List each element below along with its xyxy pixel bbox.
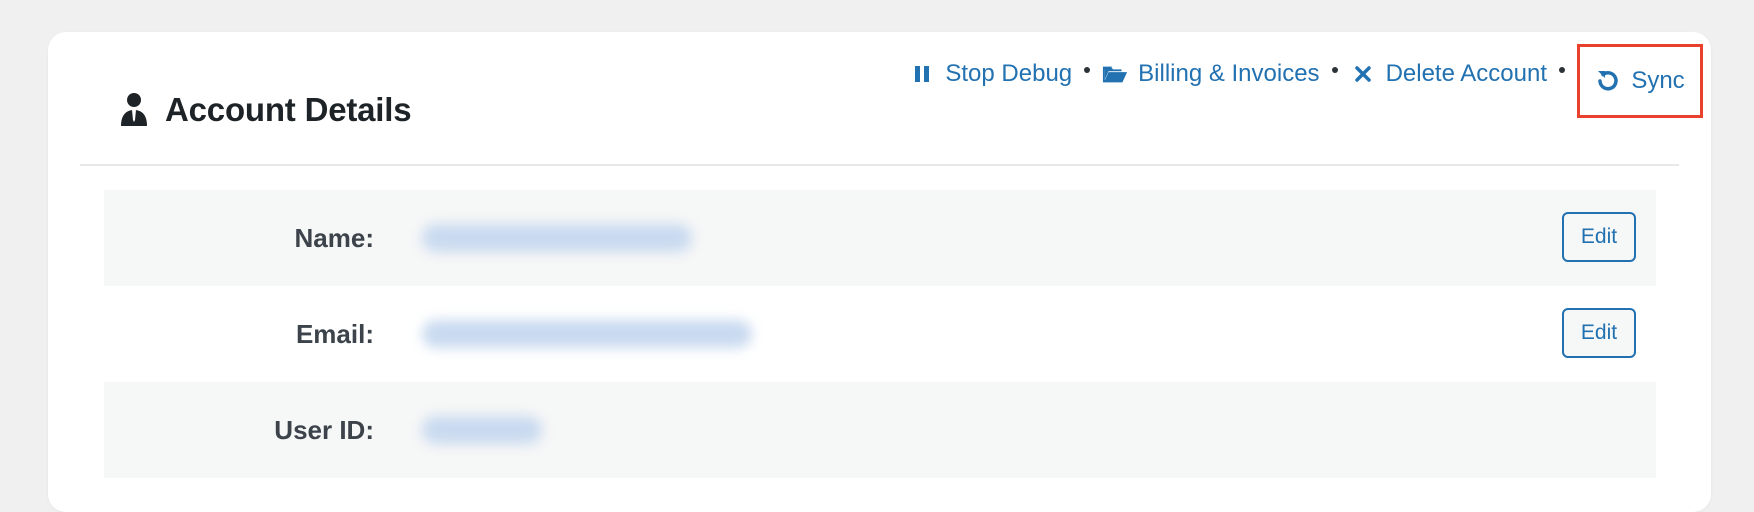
user-id-label: User ID: — [274, 414, 374, 445]
account-details-header: Account Details — [117, 90, 412, 130]
account-details-card: Account Details Stop Debug Billing & Inv… — [48, 32, 1711, 512]
billing-invoices-label: Billing & Invoices — [1138, 60, 1320, 87]
header-actions: Stop Debug Billing & Invoices Delete Acc… — [909, 60, 1681, 88]
email-label: Email: — [295, 318, 374, 349]
folder-open-icon — [1102, 61, 1128, 87]
stop-debug-link[interactable]: Stop Debug — [909, 60, 1072, 88]
delete-account-link[interactable]: Delete Account — [1350, 60, 1547, 88]
pause-icon — [909, 61, 935, 87]
edit-name-button[interactable]: Edit — [1562, 212, 1636, 262]
delete-account-label: Delete Account — [1385, 60, 1547, 87]
close-icon — [1350, 61, 1376, 87]
separator-dot — [1084, 67, 1091, 73]
billing-invoices-link[interactable]: Billing & Invoices — [1102, 60, 1320, 88]
sync-highlight: Sync — [1577, 44, 1703, 118]
user-id-value — [422, 416, 542, 444]
user-id-row: User ID: — [104, 382, 1656, 478]
user-icon — [117, 90, 151, 130]
account-fields: Name: Edit Email: Edit User ID: — [104, 190, 1656, 478]
separator-dot — [1559, 67, 1565, 73]
sync-link[interactable]: Sync — [1595, 67, 1685, 95]
header-divider — [80, 164, 1679, 166]
refresh-icon — [1595, 68, 1621, 94]
stop-debug-label: Stop Debug — [945, 60, 1073, 87]
separator-dot — [1331, 67, 1338, 73]
email-value — [422, 320, 752, 348]
name-row: Name: Edit — [104, 190, 1656, 286]
name-value — [422, 224, 692, 252]
sync-label: Sync — [1631, 67, 1685, 94]
email-row: Email: Edit — [104, 286, 1656, 382]
page-title: Account Details — [165, 91, 412, 128]
edit-email-button[interactable]: Edit — [1562, 308, 1636, 358]
name-label: Name: — [294, 222, 374, 253]
